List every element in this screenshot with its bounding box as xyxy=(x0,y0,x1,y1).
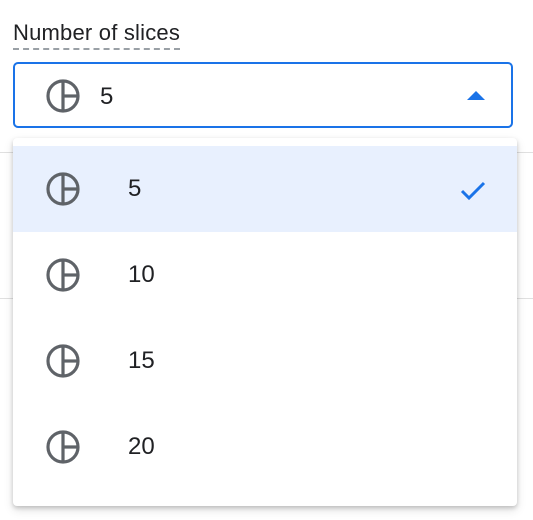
menu-item-5[interactable]: 5 xyxy=(13,146,517,232)
dropdown-menu: 5 10 15 20 xyxy=(13,138,517,506)
slices-select[interactable]: 5 xyxy=(13,62,513,128)
menu-item-label: 20 xyxy=(128,433,155,460)
menu-item-label: 10 xyxy=(128,261,155,288)
menu-item-label: 15 xyxy=(128,347,155,374)
pie-chart-icon xyxy=(46,172,80,206)
pie-chart-icon xyxy=(46,258,80,292)
check-icon xyxy=(460,181,486,201)
selected-value: 5 xyxy=(100,83,114,110)
menu-item-10[interactable]: 10 xyxy=(13,232,517,318)
field-label: Number of slices xyxy=(13,20,181,50)
pie-chart-icon xyxy=(46,430,80,464)
menu-item-15[interactable]: 15 xyxy=(13,318,517,404)
arrow-up-icon[interactable] xyxy=(467,91,485,100)
dropdown-screen: Number of slices 5 5 10 15 20 xyxy=(0,0,533,520)
pie-chart-icon xyxy=(46,79,80,113)
menu-item-label: 5 xyxy=(128,175,142,202)
pie-chart-icon xyxy=(46,344,80,378)
menu-item-20[interactable]: 20 xyxy=(13,404,517,490)
